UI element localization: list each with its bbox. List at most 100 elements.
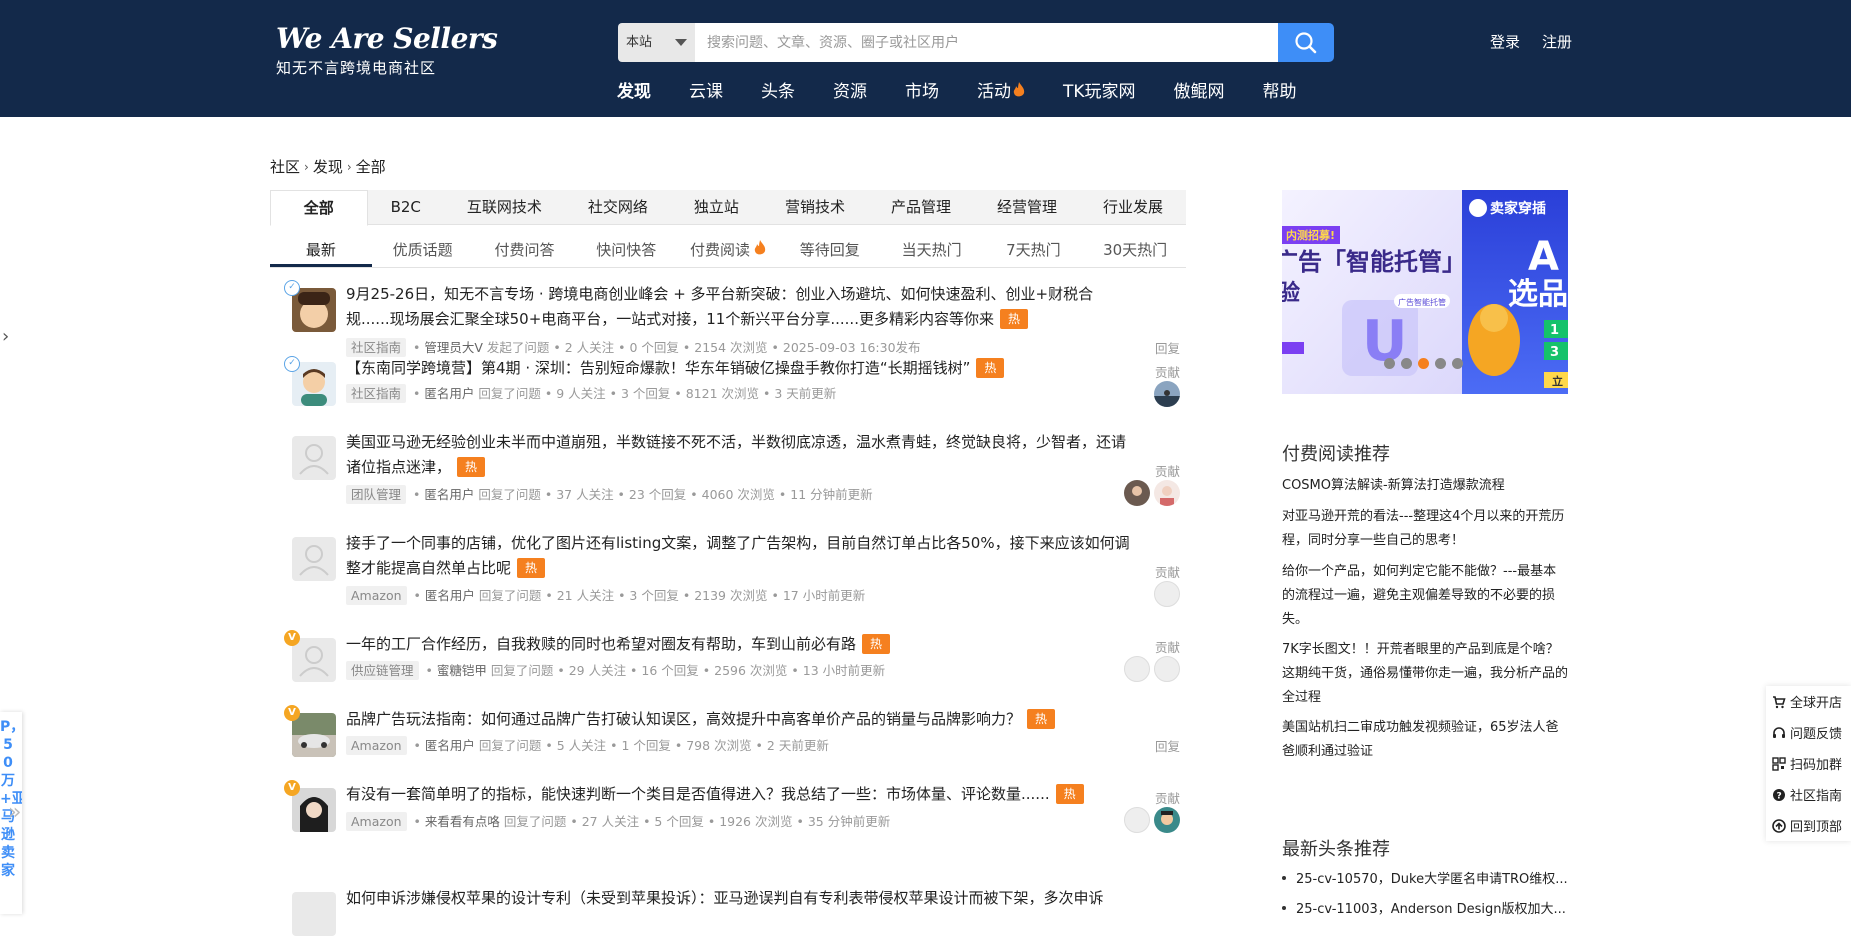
tab-all[interactable]: 全部 bbox=[270, 190, 368, 226]
question-title[interactable]: 品牌广告玩法指南：如何通过品牌广告打破认知误区，高效提升中高客单价产品的销量与品… bbox=[346, 707, 1136, 732]
tab-hot-today[interactable]: 当天热门 bbox=[881, 235, 983, 267]
avatar[interactable] bbox=[292, 362, 336, 406]
carousel-dot[interactable] bbox=[1452, 358, 1463, 369]
topic-tag[interactable]: 社区指南 bbox=[346, 384, 407, 403]
contributor-avatar[interactable] bbox=[1154, 581, 1180, 607]
carousel-dot[interactable] bbox=[1435, 358, 1446, 369]
contributor-avatar[interactable] bbox=[1124, 656, 1150, 682]
question-title[interactable]: 【东南同学跨境营】第4期 · 深圳：告别短命爆款！华东年销破亿操盘手教你打造“长… bbox=[346, 356, 1136, 381]
contributor-avatar[interactable] bbox=[1154, 807, 1180, 833]
avatar[interactable] bbox=[292, 788, 336, 832]
nav-item-market[interactable]: 市场 bbox=[905, 77, 939, 102]
carousel-dot[interactable] bbox=[1401, 358, 1412, 369]
news-item[interactable]: 25-cv-11003，Anderson Design版权加大... bbox=[1282, 898, 1566, 917]
tab-internet-tech[interactable]: 互联网技术 bbox=[444, 190, 565, 224]
avatar[interactable] bbox=[292, 537, 336, 581]
topic-tag[interactable]: 供应链管理 bbox=[346, 661, 419, 680]
tab-marketing[interactable]: 营销技术 bbox=[762, 190, 868, 224]
nav-item-headlines[interactable]: 头条 bbox=[761, 77, 795, 102]
nav-item-events[interactable]: 活动 bbox=[977, 77, 1025, 102]
reply-label[interactable]: 回复 bbox=[1155, 736, 1180, 755]
question-title[interactable]: 接手了一个同事的店铺，优化了图片还有listing文案，调整了广告架构，目前自然… bbox=[346, 531, 1136, 581]
question-title[interactable]: 美国亚马逊无经验创业未半而中道崩殂，半数链接不死不活，半数彻底凉透，温水煮青蛙，… bbox=[346, 430, 1136, 480]
user-link[interactable]: 匿名用户 bbox=[425, 588, 475, 603]
contributor-avatar[interactable] bbox=[1124, 807, 1150, 833]
nav-item-tk[interactable]: TK玩家网 bbox=[1063, 77, 1136, 102]
avatar[interactable] bbox=[292, 713, 336, 757]
carousel-dot[interactable] bbox=[1418, 358, 1429, 369]
user-link[interactable]: 蜜糖铠甲 bbox=[437, 663, 487, 678]
user-link[interactable]: 来看看有点咯 bbox=[425, 814, 500, 829]
topic-tag[interactable]: Amazon bbox=[346, 586, 407, 605]
contributor-avatar[interactable] bbox=[1124, 480, 1150, 506]
tab-product[interactable]: 产品管理 bbox=[868, 190, 974, 224]
user-link[interactable]: 匿名用户 bbox=[425, 738, 475, 753]
tab-independent-site[interactable]: 独立站 bbox=[671, 190, 762, 224]
nav-item-resources[interactable]: 资源 bbox=[833, 77, 867, 102]
contributor-avatar[interactable] bbox=[1154, 656, 1180, 682]
tab-paid-reading[interactable]: 付费阅读 bbox=[677, 235, 779, 267]
breadcrumb-item[interactable]: 社区 bbox=[270, 156, 300, 177]
question-title[interactable]: 如何申诉涉嫌侵权苹果的设计专利（未受到苹果投诉）：亚马逊误判自有专利表带侵权苹果… bbox=[346, 886, 1136, 911]
topic-tag[interactable]: 社区指南 bbox=[346, 338, 407, 357]
paid-reading-item[interactable]: 给你一个产品，如何判定它能不能做？---最基本的流程过一遍，避免主观偏差导致的不… bbox=[1282, 560, 1568, 632]
tab-hot-7d[interactable]: 7天热门 bbox=[982, 235, 1084, 267]
paid-reading-item[interactable]: COSMO算法解读-新算法打造爆款流程 bbox=[1282, 474, 1568, 498]
paid-reading-item[interactable]: 7K字长图文！！开荒者眼里的产品到底是个啥？这期纯干货，通俗易懂带你走一遍，我分… bbox=[1282, 638, 1568, 710]
contributor-avatar[interactable] bbox=[1154, 480, 1180, 506]
paid-reading-item[interactable]: 对亚马逊开荒的看法---整理这4个月以来的开荒历程，同时分享一些自己的思考！ bbox=[1282, 505, 1568, 553]
search-button[interactable] bbox=[1278, 23, 1334, 62]
nav-item-course[interactable]: 云课 bbox=[689, 77, 723, 102]
tab-industry[interactable]: 行业发展 bbox=[1080, 190, 1186, 224]
tab-paid-qa[interactable]: 付费问答 bbox=[474, 235, 576, 267]
news-item[interactable]: 25-cv-10570，Duke大学匿名申请TRO维权... bbox=[1282, 868, 1568, 887]
user-link[interactable]: 匿名用户 bbox=[424, 487, 474, 502]
feedback-button[interactable]: 问题反馈 bbox=[1766, 717, 1851, 748]
paid-reading-item[interactable]: 美国站机扫二审成功触发视频验证，65岁法人爸爸顺利通过验证 bbox=[1282, 716, 1568, 764]
chevron-right-icon[interactable]: › bbox=[2, 326, 9, 347]
tab-social[interactable]: 社交网络 bbox=[565, 190, 671, 224]
guide-button[interactable]: ? 社区指南 bbox=[1766, 779, 1851, 810]
nav-item-help[interactable]: 帮助 bbox=[1263, 77, 1297, 102]
breadcrumb-item[interactable]: 发现 bbox=[313, 156, 343, 177]
back-to-top-button[interactable]: 回到顶部 bbox=[1766, 810, 1851, 841]
user-link[interactable]: 管理员大V bbox=[424, 340, 483, 355]
topic-tag[interactable]: Amazon bbox=[346, 736, 407, 755]
join-group-button[interactable]: 扫码加群 bbox=[1766, 748, 1851, 779]
meta-time: 35 分钟前更新 bbox=[807, 814, 891, 829]
tab-awaiting[interactable]: 等待回复 bbox=[779, 235, 881, 267]
tab-latest[interactable]: 最新 bbox=[270, 235, 372, 267]
user-placeholder-icon bbox=[299, 646, 329, 677]
question-title[interactable]: 一年的工厂合作经历，自我救赎的同时也希望对圈友有帮助，车到山前必有路热 bbox=[346, 632, 1136, 657]
topic-tag[interactable]: 团队管理 bbox=[346, 485, 407, 504]
avatar[interactable] bbox=[292, 436, 336, 480]
avatar[interactable] bbox=[292, 288, 336, 332]
tab-quality[interactable]: 优质话题 bbox=[372, 235, 474, 267]
tab-b2c[interactable]: B2C bbox=[368, 190, 444, 224]
nav-item-aokun[interactable]: 傲鲲网 bbox=[1174, 77, 1225, 102]
search-scope-select[interactable]: 本站 bbox=[618, 23, 695, 62]
tab-hot-30d[interactable]: 30天热门 bbox=[1084, 235, 1186, 267]
global-shop-button[interactable]: 全球开店 bbox=[1766, 686, 1851, 717]
contributor-avatar[interactable] bbox=[1154, 381, 1180, 407]
carousel-dot[interactable] bbox=[1384, 358, 1395, 369]
avatar[interactable] bbox=[292, 638, 336, 682]
tab-quick-qa[interactable]: 快问快答 bbox=[575, 235, 677, 267]
site-logo[interactable]: We Are Sellers 知无不言跨境电商社区 bbox=[276, 22, 498, 78]
question-title[interactable]: 有没有一套简单明了的指标，能快速判断一个类目是否值得进入？我总结了一些：市场体量… bbox=[346, 782, 1136, 807]
promo-carousel[interactable]: 内测招募! 广告「智能托管」 验 U 广告智能托管 卖家穿插 A 选品 1 3 … bbox=[1282, 190, 1568, 394]
user-link[interactable]: 匿名用户 bbox=[424, 386, 474, 401]
avatar[interactable] bbox=[292, 892, 336, 936]
nav-events-label: 活动 bbox=[977, 82, 1011, 102]
left-float-promo[interactable]: P，50万+亚马逊卖家 » bbox=[0, 712, 22, 914]
nav-item-discover[interactable]: 发现 bbox=[617, 77, 651, 102]
search-input[interactable] bbox=[695, 23, 1278, 62]
contrib-label: 贡献 bbox=[1154, 464, 1180, 479]
login-link[interactable]: 登录 bbox=[1490, 31, 1520, 52]
topic-tag[interactable]: Amazon bbox=[346, 812, 407, 831]
reply-label[interactable]: 回复 bbox=[1155, 338, 1180, 357]
question-title-text: 一年的工厂合作经历，自我救赎的同时也希望对圈友有帮助，车到山前必有路 bbox=[346, 635, 857, 653]
question-title[interactable]: 9月25-26日，知无不言专场 · 跨境电商创业峰会 + 多平台新突破：创业入场… bbox=[346, 282, 1136, 332]
tab-operations[interactable]: 经营管理 bbox=[974, 190, 1080, 224]
register-link[interactable]: 注册 bbox=[1542, 31, 1572, 52]
